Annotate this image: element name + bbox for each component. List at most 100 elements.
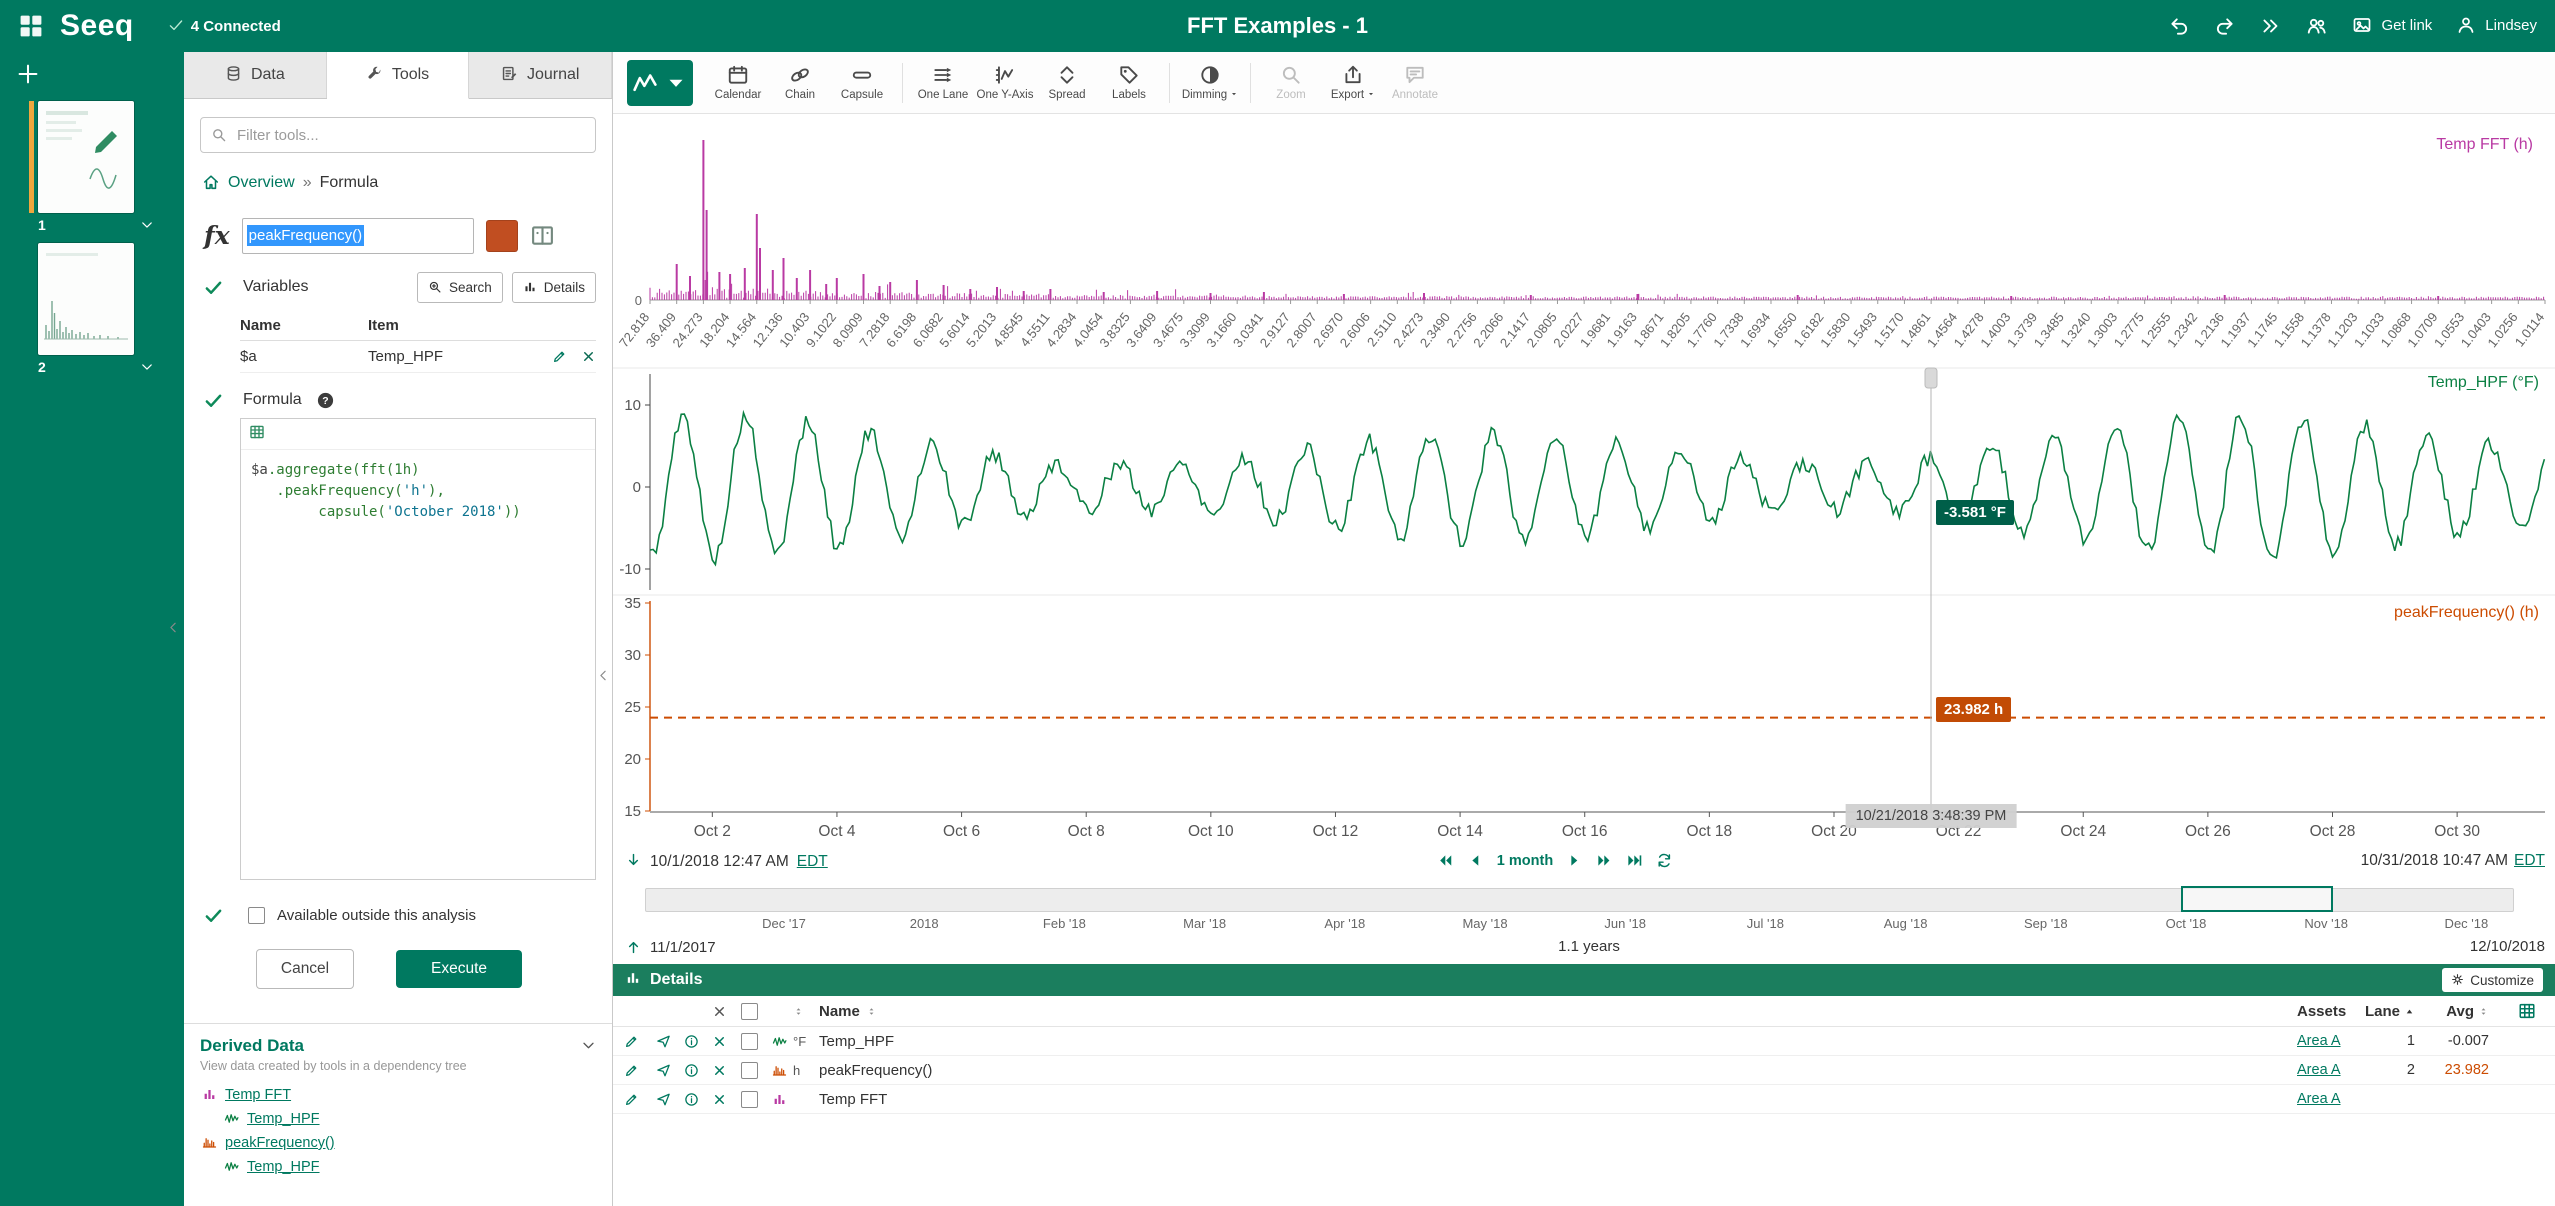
sort-icon[interactable] — [793, 1006, 804, 1017]
timeline-selection[interactable] — [2181, 886, 2333, 912]
edit-variable-icon[interactable] — [552, 349, 567, 364]
row-checkbox[interactable] — [741, 1091, 758, 1108]
worksheet-menu-chevron-icon[interactable] — [140, 218, 154, 232]
asset-link[interactable]: Area A — [2297, 1062, 2341, 1078]
derived-item-label[interactable]: peakFrequency() — [225, 1135, 335, 1151]
edit-item-icon[interactable] — [624, 1092, 639, 1107]
home-icon[interactable] — [202, 173, 220, 194]
worksheet-thumbnail-2[interactable] — [38, 243, 134, 355]
collapse-worksheet-panel-handle[interactable] — [166, 614, 180, 640]
step-back-icon[interactable] — [1467, 852, 1484, 869]
sort-icon[interactable] — [2478, 1006, 2489, 1017]
toolbar-button-spread[interactable]: Spread — [1036, 64, 1098, 101]
series-label-1[interactable]: Temp_HPF (°F) — [2428, 374, 2539, 392]
timeline-start[interactable]: 11/1/2017 — [625, 938, 716, 957]
send-item-icon[interactable] — [656, 1092, 671, 1107]
derived-item-label[interactable]: Temp FFT — [225, 1087, 291, 1103]
sort-icon[interactable] — [866, 1006, 877, 1017]
cancel-button[interactable]: Cancel — [256, 949, 354, 989]
item-name[interactable]: Temp FFT — [819, 1091, 887, 1108]
sort-ascending-icon[interactable] — [2404, 1006, 2415, 1017]
undo-icon[interactable] — [2168, 15, 2190, 37]
worksheet-thumbnail-1[interactable] — [38, 101, 134, 213]
info-icon[interactable] — [684, 1092, 699, 1107]
execute-button[interactable]: Execute — [396, 950, 522, 988]
derived-data-item[interactable]: Temp_HPF — [200, 1155, 596, 1179]
col-header-lane[interactable]: Lane — [2365, 1003, 2400, 1020]
item-name[interactable]: Temp_HPF — [819, 1033, 894, 1050]
table-row[interactable]: Temp FFT Area A — [613, 1085, 2555, 1114]
add-columns-table-icon[interactable] — [2518, 1002, 2536, 1020]
row-checkbox[interactable] — [741, 1062, 758, 1079]
table-row[interactable]: hpeakFrequency()Area A223.982 — [613, 1056, 2555, 1085]
formula-editor[interactable]: $a.aggregate(fft(1h) .peakFrequency('h')… — [240, 418, 596, 880]
step-to-end-icon[interactable] — [1626, 852, 1643, 869]
connection-status[interactable]: 4 Connected — [168, 17, 281, 35]
edit-item-icon[interactable] — [624, 1034, 639, 1049]
available-checkbox[interactable] — [248, 907, 265, 924]
series-label-0[interactable]: Temp FFT (h) — [2436, 136, 2533, 154]
collaborators-icon[interactable] — [2306, 15, 2328, 37]
derived-item-label[interactable]: Temp_HPF — [247, 1111, 320, 1127]
toolbar-button-dimming[interactable]: Dimming — [1179, 64, 1241, 101]
range-start-tz[interactable]: EDT — [797, 853, 828, 871]
derived-data-item[interactable]: Temp FFT — [200, 1083, 596, 1107]
apps-grid-icon[interactable] — [18, 13, 44, 39]
toolbar-button-chain[interactable]: Chain — [769, 64, 831, 101]
col-header-assets[interactable]: Assets — [2297, 1003, 2369, 1020]
remove-item-icon[interactable] — [712, 1034, 727, 1049]
tab-data[interactable]: Data — [184, 52, 327, 98]
asset-link[interactable]: Area A — [2297, 1091, 2341, 1107]
help-icon[interactable]: ? — [316, 391, 335, 410]
redo-icon[interactable] — [2214, 15, 2236, 37]
step-back-more-icon[interactable] — [1437, 852, 1454, 869]
item-name[interactable]: peakFrequency() — [819, 1062, 932, 1079]
insert-table-icon[interactable] — [249, 424, 265, 443]
tab-tools[interactable]: Tools — [327, 52, 470, 99]
row-checkbox[interactable] — [741, 1033, 758, 1050]
formula-name-input[interactable]: peakFrequency() — [242, 218, 474, 254]
new-worksheet-button[interactable] — [16, 62, 40, 86]
variable-details-button[interactable]: Details — [512, 272, 596, 303]
breadcrumb-overview-link[interactable]: Overview — [228, 174, 295, 192]
send-item-icon[interactable] — [656, 1034, 671, 1049]
toolbar-button-capsule[interactable]: Capsule — [831, 64, 893, 101]
collapse-chevron-icon[interactable] — [581, 1038, 596, 1053]
remove-item-icon[interactable] — [712, 1063, 727, 1078]
get-link-button[interactable]: Get link — [2352, 15, 2432, 37]
worksheet-menu-chevron-icon[interactable] — [140, 360, 154, 374]
table-row[interactable]: °FTemp_HPFArea A1-0.007 — [613, 1027, 2555, 1056]
step-forward-more-icon[interactable] — [1596, 852, 1613, 869]
derived-item-label[interactable]: Temp_HPF — [247, 1159, 320, 1175]
present-forward-icon[interactable] — [2260, 15, 2282, 37]
col-header-name[interactable]: Name — [819, 1003, 860, 1020]
asset-link[interactable]: Area A — [2297, 1033, 2341, 1049]
tab-journal[interactable]: Journal — [469, 52, 612, 98]
timeline-scrubber[interactable] — [645, 888, 2514, 912]
range-step-label[interactable]: 1 month — [1497, 853, 1553, 869]
trend-chart[interactable]: 072.81836.40924.27318.20414.56412.13610.… — [613, 114, 2555, 850]
toolbar-button-labels[interactable]: Labels — [1098, 64, 1160, 101]
edit-item-icon[interactable] — [624, 1063, 639, 1078]
toolbar-button-calendar[interactable]: Calendar — [707, 64, 769, 101]
remove-item-icon[interactable] — [712, 1092, 727, 1107]
derived-data-item[interactable]: Temp_HPF — [200, 1107, 596, 1131]
toolbar-button-one-y-axis[interactable]: One Y-Axis — [974, 64, 1036, 101]
send-item-icon[interactable] — [656, 1063, 671, 1078]
customize-button[interactable]: Customize — [2442, 968, 2543, 992]
derived-data-item[interactable]: peakFrequency() — [200, 1131, 596, 1155]
panel-columns-icon[interactable] — [530, 223, 555, 248]
refresh-icon[interactable] — [1656, 852, 1673, 869]
toolbar-button-one-lane[interactable]: One Lane — [912, 64, 974, 101]
step-forward-icon[interactable] — [1566, 852, 1583, 869]
view-mode-button[interactable] — [627, 60, 693, 106]
series-label-2[interactable]: peakFrequency() (h) — [2394, 604, 2539, 622]
select-all-checkbox[interactable] — [741, 1003, 758, 1020]
formula-code[interactable]: $a.aggregate(fft(1h) .peakFrequency('h')… — [241, 450, 595, 533]
formula-color-swatch[interactable] — [486, 220, 518, 252]
user-menu[interactable]: Lindsey — [2456, 15, 2537, 37]
range-start[interactable]: 10/1/2018 12:47 AM EDT — [625, 852, 828, 872]
toolbar-button-export[interactable]: Export — [1322, 64, 1384, 101]
range-end[interactable]: 10/31/2018 10:47 AM EDT — [2361, 852, 2545, 870]
remove-all-icon[interactable] — [712, 1004, 727, 1019]
